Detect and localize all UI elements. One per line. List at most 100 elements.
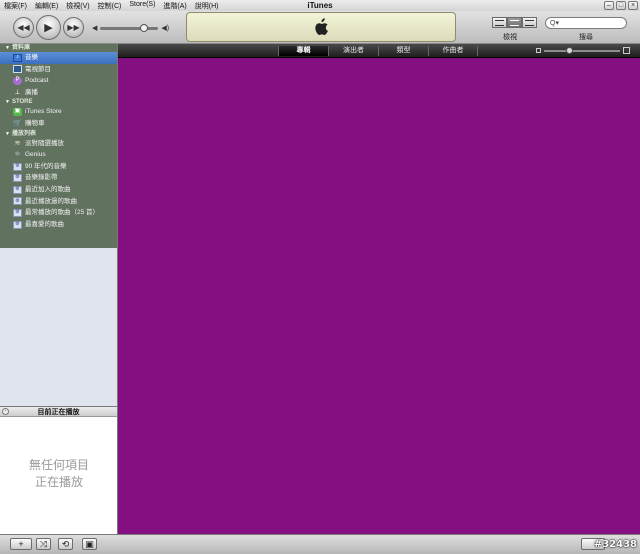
minimize-button[interactable]: – (604, 1, 614, 10)
menu-item[interactable]: 說明(H) (191, 1, 223, 11)
party-shuffle-icon: ≋ (14, 139, 21, 147)
window-controls: – □ × (604, 1, 638, 10)
menu-list: 檔案(F) 編輯(E) 檢視(V) 控制(C) Store(S) 進階(A) 說明(H) (0, 1, 222, 11)
grid-view-button[interactable] (507, 17, 522, 28)
now-playing-message: 無任何項目 正在播放 (0, 457, 118, 491)
smart-playlist-icon: ⚙ (13, 162, 22, 171)
sidebar-item-label: 最常播放的歌曲（25 首） (25, 209, 100, 217)
disclosure-triangle-icon[interactable]: ▼ (5, 44, 10, 52)
bottom-bar: + ⤨ ⟲ ▣ #32438 (0, 534, 640, 554)
column-tab[interactable]: 作曲者 (428, 46, 478, 56)
menu-item[interactable]: 檢視(V) (62, 1, 93, 11)
zoom-small-icon (536, 48, 541, 53)
now-playing-title: 目前正在播放 (37, 408, 80, 416)
sidebar-item[interactable]: 🛒 購物車 (0, 118, 117, 130)
sidebar-item-label: 最喜愛的歌曲 (25, 220, 64, 228)
sidebar-section-header[interactable]: ▼ 資料庫 (0, 44, 117, 52)
maximize-button[interactable]: □ (616, 1, 626, 10)
volume-control: ◀ ◀) (92, 23, 170, 32)
sidebar-item-label: 音樂錄影帶 (25, 174, 58, 182)
sidebar-item-label: 購物車 (25, 119, 45, 127)
menu-item[interactable]: 檔案(F) (0, 1, 31, 11)
sidebar-item[interactable]: ≋ 派對隨選播放 (0, 138, 117, 150)
sidebar-item-label: 廣播 (25, 88, 38, 96)
column-browser-bar: 專輯 演出者 類型 作曲者 (118, 44, 640, 58)
sidebar-item[interactable]: ⚙ 90 年代的音樂 (0, 161, 117, 173)
sidebar-item-label: 音樂 (25, 54, 38, 61)
zoom-slider-knob[interactable] (566, 46, 574, 54)
apple-logo-icon (315, 18, 328, 35)
album-grid-area[interactable] (118, 58, 640, 534)
smart-playlist-icon: ⚙ (13, 220, 22, 229)
smart-playlist-icon: ⚙ (13, 185, 22, 194)
tv-icon (13, 65, 22, 74)
menu-item[interactable]: Store(S) (125, 1, 159, 11)
disclosure-triangle-icon[interactable]: ▼ (5, 98, 10, 106)
zoom-control (536, 46, 630, 54)
menu-item[interactable]: 控制(C) (94, 1, 126, 11)
transport-controls: ◀◀ ▶ ▶▶ (13, 15, 84, 40)
show-artwork-button[interactable]: ▣ (82, 538, 97, 550)
sidebar-item[interactable]: ⟂ 廣播 (0, 87, 117, 99)
column-tab[interactable]: 類型 (378, 46, 428, 56)
volume-slider-knob[interactable] (139, 23, 148, 32)
toolbar: ◀◀ ▶ ▶▶ ◀ ◀) 檢視 Q▾ 搜尋 (0, 11, 640, 44)
sidebar-section-title: 資料庫 (11, 45, 30, 51)
sidebar-item[interactable]: ⚙ 音樂錄影帶 (0, 172, 117, 184)
view-switcher (492, 17, 537, 28)
volume-high-icon: ◀) (161, 25, 170, 32)
sidebar-item[interactable]: ⚙ 最近播放過的歌曲 (0, 196, 117, 208)
genius-icon: ⚛ (14, 151, 21, 159)
previous-track-button[interactable]: ◀◀ (13, 17, 34, 38)
cart-icon: 🛒 (13, 119, 22, 127)
repeat-button[interactable]: ⟲ (58, 538, 73, 550)
search-icon: Q▾ (550, 20, 559, 27)
sidebar-item[interactable]: P Podcast (0, 75, 117, 87)
grid-view-icon (510, 19, 519, 26)
sidebar-section-header[interactable]: ▼ STORE (0, 98, 117, 106)
collapse-toggle-icon[interactable]: ◦ (2, 408, 9, 415)
sidebar-section-title: STORE (11, 99, 33, 106)
sidebar-item[interactable]: ⚙ 最常播放的歌曲（25 首） (0, 207, 117, 219)
list-view-button[interactable] (492, 17, 507, 28)
search-input[interactable] (558, 18, 619, 28)
watermark: #32438 (593, 539, 637, 550)
music-note-icon: ♪ (13, 53, 22, 62)
menu-item[interactable]: 進階(A) (159, 1, 190, 11)
play-button[interactable]: ▶ (36, 15, 61, 40)
sidebar: ▼ 資料庫 ♪ 音樂 電視節目 P Podcast ⟂ 廣播 ▼ STORE ▣ iTunes Stor… (0, 44, 118, 406)
column-tabs: 專輯 演出者 類型 作曲者 (278, 46, 478, 56)
sidebar-item-label: 派對隨選播放 (25, 139, 64, 147)
column-tab[interactable]: 演出者 (328, 46, 378, 56)
sidebar-section-header[interactable]: ▼ 播放列表 (0, 130, 117, 138)
search-box[interactable]: Q▾ (545, 17, 627, 29)
smart-playlist-icon: ⚙ (13, 174, 22, 183)
sidebar-item[interactable]: ▣ iTunes Store (0, 106, 117, 118)
sidebar-item[interactable]: ⚛ Genius (0, 149, 117, 161)
menu-item[interactable]: 編輯(E) (31, 1, 62, 11)
sidebar-item[interactable]: ♪ 音樂 (0, 52, 117, 64)
coverflow-view-icon (525, 19, 534, 26)
sidebar-item[interactable]: ⚙ 最喜愛的歌曲 (0, 219, 117, 231)
now-playing-panel: ◦ 目前正在播放 無任何項目 正在播放 (0, 406, 118, 534)
source-list: ▼ 資料庫 ♪ 音樂 電視節目 P Podcast ⟂ 廣播 ▼ STORE ▣ iTunes Stor… (0, 44, 117, 248)
close-button[interactable]: × (628, 1, 638, 10)
podcast-icon: P (13, 76, 22, 85)
volume-slider[interactable] (100, 23, 159, 32)
volume-low-icon: ◀ (92, 25, 98, 32)
column-tab[interactable]: 專輯 (278, 46, 328, 56)
status-display (186, 12, 456, 42)
add-playlist-button[interactable]: + (10, 538, 32, 550)
shuffle-button[interactable]: ⤨ (36, 538, 51, 550)
sidebar-item[interactable]: ⚙ 最近加入的歌曲 (0, 184, 117, 196)
coverflow-view-button[interactable] (522, 17, 537, 28)
sidebar-item-label: iTunes Store (25, 108, 62, 116)
menu-bar: 檔案(F) 編輯(E) 檢視(V) 控制(C) Store(S) 進階(A) 說明(H) i… (0, 0, 640, 11)
now-playing-message-line1: 無任何項目 (28, 458, 89, 472)
store-icon: ▣ (13, 108, 22, 117)
sidebar-item[interactable]: 電視節目 (0, 64, 117, 76)
next-track-button[interactable]: ▶▶ (63, 17, 84, 38)
sidebar-item-label: 電視節目 (25, 65, 51, 73)
disclosure-triangle-icon[interactable]: ▼ (5, 130, 10, 138)
zoom-slider[interactable] (544, 46, 620, 54)
